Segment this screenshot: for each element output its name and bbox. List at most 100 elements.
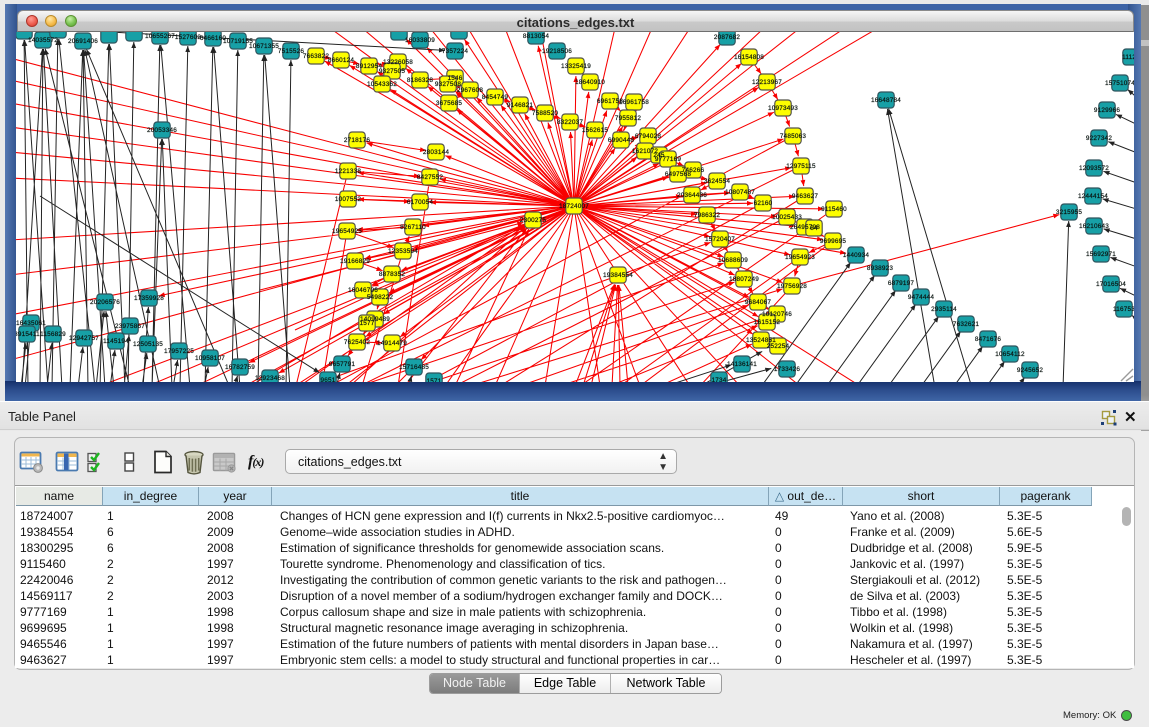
svg-text:1145194: 1145194 (103, 338, 129, 345)
svg-text:8267110: 8267110 (400, 224, 426, 231)
svg-text:8186328: 8186328 (407, 77, 434, 84)
svg-text:20053346: 20053346 (147, 127, 177, 134)
svg-text:16961758: 16961758 (619, 99, 649, 106)
svg-text:2087682: 2087682 (714, 34, 741, 41)
svg-text:8322037: 8322037 (557, 119, 584, 126)
svg-text:8454749: 8454749 (482, 94, 509, 101)
svg-text:6879197: 6879197 (888, 280, 915, 287)
svg-text:8471676: 8471676 (975, 336, 1002, 343)
svg-text:252254: 252254 (767, 343, 790, 350)
svg-text:7515526: 7515526 (278, 48, 305, 55)
svg-text:15751074: 15751074 (1105, 80, 1134, 87)
svg-text:7986322: 7986322 (694, 212, 721, 219)
svg-text:10671355: 10671355 (249, 43, 279, 50)
svg-text:9327505: 9327505 (379, 68, 406, 75)
svg-text:1577: 1577 (359, 320, 374, 327)
svg-text:16648784: 16648784 (871, 97, 901, 104)
svg-text:2718176: 2718176 (344, 137, 371, 144)
svg-text:10688609: 10688609 (718, 257, 748, 264)
svg-text:7357224: 7357224 (442, 48, 469, 55)
svg-text:1156829: 1156829 (40, 331, 66, 338)
svg-text:9651: 9651 (320, 377, 335, 382)
svg-text:3215955: 3215955 (1056, 209, 1083, 216)
svg-text:20364436: 20364436 (677, 192, 707, 199)
svg-text:11122: 11122 (1122, 54, 1134, 61)
svg-text:17016504: 17016504 (1096, 281, 1126, 288)
svg-text:9657791: 9657791 (329, 361, 356, 368)
svg-text:9227342: 9227342 (1086, 135, 1113, 142)
svg-text:16154808: 16154808 (734, 54, 764, 61)
svg-text:2935114: 2935114 (931, 306, 957, 313)
svg-text:10655267: 10655267 (145, 33, 175, 40)
svg-text:1734: 1734 (711, 377, 726, 382)
svg-text:12505135: 12505135 (133, 341, 163, 348)
svg-text:16046706: 16046706 (348, 287, 378, 294)
svg-text:1733426: 1733426 (774, 366, 801, 373)
svg-text:6497568: 6497568 (665, 171, 692, 178)
svg-text:2967608: 2967608 (457, 87, 484, 94)
svg-text:19166829: 19166829 (340, 258, 370, 265)
svg-text:9115460: 9115460 (821, 206, 847, 213)
svg-text:12213967: 12213967 (752, 79, 782, 86)
svg-text:5498222: 5498222 (367, 294, 394, 301)
svg-text:7663822: 7663822 (303, 53, 330, 60)
svg-text:2300275: 2300275 (520, 217, 547, 224)
svg-text:8813054: 8813054 (523, 33, 550, 40)
svg-text:6794028: 6794028 (635, 133, 662, 140)
svg-text:15692971: 15692971 (1086, 251, 1116, 258)
svg-text:9777169: 9777169 (655, 156, 682, 163)
svg-text:10958107: 10958107 (195, 355, 225, 362)
svg-text:1007552: 1007552 (335, 196, 362, 203)
svg-text:13226058: 13226058 (383, 59, 413, 66)
svg-text:3624554: 3624554 (704, 178, 731, 185)
svg-text:17957225: 17957225 (164, 348, 194, 355)
svg-text:6170054: 6170054 (407, 199, 434, 206)
svg-text:12353594: 12353594 (388, 248, 418, 255)
svg-text:16782759: 16782759 (225, 364, 255, 371)
svg-text:13325419: 13325419 (561, 63, 591, 70)
svg-text:9129966: 9129966 (1094, 107, 1121, 114)
svg-text:1615152: 1615152 (754, 319, 781, 326)
svg-text:10654112: 10654112 (995, 351, 1025, 358)
svg-text:9699695: 9699695 (820, 238, 847, 245)
svg-text:15716485: 15716485 (399, 364, 429, 371)
svg-text:12975115: 12975115 (786, 163, 816, 170)
svg-text:19384554: 19384554 (603, 272, 633, 279)
svg-text:12923468: 12923468 (255, 375, 285, 382)
svg-text:16033809: 16033809 (405, 37, 435, 44)
svg-text:9463627: 9463627 (792, 193, 819, 200)
svg-text:14136141: 14136141 (727, 361, 757, 368)
svg-text:14035572: 14035572 (28, 37, 58, 44)
svg-text:10973493: 10973493 (768, 105, 798, 112)
svg-text:9474444: 9474444 (908, 294, 935, 301)
svg-text:10025433: 10025433 (772, 214, 802, 221)
svg-text:8938923: 8938923 (867, 265, 894, 272)
svg-text:18640910: 18640910 (575, 79, 605, 86)
svg-text:7588520: 7588520 (532, 110, 559, 117)
svg-text:12444154: 12444154 (1078, 193, 1108, 200)
svg-text:23975867: 23975867 (115, 323, 145, 330)
svg-text:14914479: 14914479 (377, 340, 407, 347)
svg-text:19218506: 19218506 (542, 48, 572, 55)
svg-text:7485063: 7485063 (780, 133, 807, 140)
svg-text:18807249: 18807249 (729, 276, 759, 283)
svg-text:9146821: 9146821 (507, 102, 534, 109)
svg-text:19654925: 19654925 (332, 228, 362, 235)
svg-text:10543362: 10543362 (367, 81, 397, 88)
svg-text:20691406: 20691406 (68, 38, 98, 45)
svg-text:8878352: 8878352 (379, 271, 406, 278)
svg-text:62160: 62160 (754, 200, 773, 207)
svg-text:6990448: 6990448 (608, 137, 635, 144)
svg-text:20206576: 20206576 (90, 299, 120, 306)
svg-text:19756928: 19756928 (777, 283, 807, 290)
svg-text:7955812: 7955812 (615, 115, 642, 122)
svg-text:10807487: 10807487 (725, 189, 755, 196)
svg-text:2803144: 2803144 (423, 149, 450, 156)
svg-text:3915411: 3915411 (16, 331, 40, 338)
svg-text:16210643: 16210643 (1079, 223, 1109, 230)
svg-text:9684067: 9684067 (745, 299, 772, 306)
svg-text:19654923: 19654923 (785, 254, 815, 261)
svg-text:3675685: 3675685 (436, 100, 463, 107)
svg-text:17359928: 17359928 (134, 295, 164, 302)
svg-text:84: 84 (810, 225, 818, 232)
